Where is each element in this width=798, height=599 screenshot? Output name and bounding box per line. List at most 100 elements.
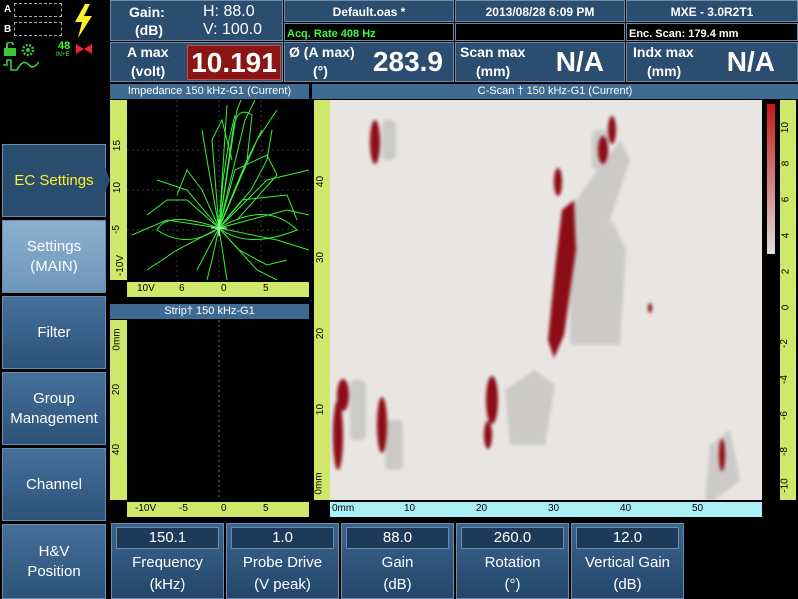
amax-value: 10.191: [191, 47, 277, 78]
cscan-title: C-Scan † 150 kHz-G1 (Current): [312, 84, 798, 99]
gain-unit: (dB): [135, 22, 163, 38]
enc-scan-text: Enc. Scan: 179.4 mm: [629, 28, 739, 40]
filename-text: Default.oas *: [332, 5, 406, 19]
cscan-htick: 50: [692, 503, 704, 514]
imp-htick: 6: [179, 283, 185, 294]
amax-label: A max: [127, 44, 169, 60]
vertical-gain-label: Vertical Gain: [584, 554, 671, 571]
sidebar-item-label: Channel: [26, 475, 82, 493]
enc-scan-bar: Enc. Scan: 179.4 mm: [626, 23, 798, 41]
imp-vtick: -5: [110, 225, 122, 234]
empty-status-bar: [455, 23, 625, 41]
cscan-vtick: 30: [315, 251, 327, 264]
gain-param[interactable]: 88.0 Gain (dB): [341, 523, 454, 599]
imp-vtick: -10V: [115, 254, 127, 277]
amax-value-box: 10.191: [187, 45, 281, 80]
indxmax-box: Indx max (mm) N/A: [626, 42, 798, 82]
v-gain-value: V: 100.0: [203, 21, 263, 38]
cscan-rtick: -10: [779, 478, 791, 493]
sidebar-item-label: Filter: [37, 323, 71, 341]
cscan-vtick: 20: [315, 327, 327, 340]
filename-bar: Default.oas *: [284, 0, 454, 22]
impedance-v-ruler: 15 10 -5 -10V: [110, 100, 127, 280]
sidebar-item-group-management[interactable]: Group Management: [2, 372, 106, 445]
strip-htick: -5: [179, 503, 188, 514]
rotation-unit: (°): [504, 576, 521, 593]
amax-unit: (volt): [131, 63, 166, 79]
channel-a-box: [14, 3, 62, 17]
sidebar-item-channel[interactable]: Channel: [2, 448, 106, 521]
channel-b-box: [14, 22, 62, 36]
scanmax-unit: (mm): [476, 63, 511, 79]
cscan-htick: 20: [476, 503, 488, 514]
sidebar-item-hv-position[interactable]: H&V Position: [2, 524, 106, 599]
impedance-plot[interactable]: [127, 100, 309, 280]
cscan-rtick: 4: [780, 232, 792, 239]
imp-htick: 10V: [137, 283, 155, 294]
strip-title: Strip† 150 kHz-G1: [110, 304, 309, 319]
rotation-param[interactable]: 260.0 Rotation (°): [456, 523, 569, 599]
lock-icon: [4, 42, 16, 56]
cscan-rtick: -6: [778, 411, 790, 420]
sidebar-item-ec-settings[interactable]: EC Settings: [2, 144, 106, 217]
rotation-label: Rotation: [484, 554, 541, 571]
channel-b-label: B: [4, 24, 12, 35]
vertical-gain-unit: (dB): [613, 576, 642, 593]
sidebar-item-label: Group Management: [10, 389, 98, 427]
cscan-rtick: 8: [780, 160, 792, 167]
vertical-gain-param[interactable]: 12.0 Vertical Gain (dB): [571, 523, 684, 599]
datetime-text: 2013/08/28 6:09 PM: [485, 5, 595, 19]
cscan-htick: 40: [620, 503, 632, 514]
cscan-rtick: 10: [780, 121, 792, 134]
gain-box[interactable]: Gain: (dB) H: 88.0 V: 100.0: [110, 0, 283, 41]
sidebar-item-settings-main[interactable]: Settings (MAIN): [2, 220, 106, 293]
strip-vtick: 20: [111, 383, 123, 396]
scanmax-value: N/A: [555, 46, 604, 77]
indxmax-unit: (mm): [647, 63, 682, 79]
cscan-vtick: 0mm: [313, 472, 325, 495]
gear-icon: [21, 43, 35, 57]
cscan-vtick: 10: [315, 403, 327, 416]
strip-v-ruler: 0mm 20 40: [110, 320, 127, 500]
strip-htick: 5: [263, 503, 269, 514]
probe-drive-param[interactable]: 1.0 Probe Drive (V peak): [226, 523, 339, 599]
impedance-h-ruler: 10V 6 0 5: [127, 282, 309, 297]
amax-box: A max (volt) 10.191: [110, 42, 283, 82]
frequency-param[interactable]: 150.1 Frequency (kHz): [111, 523, 224, 599]
rate-unit: IN+E: [56, 52, 70, 58]
cscan-right-ruler: 10 8 6 4 2 0 -2 -4 -6 -8 -10: [778, 100, 796, 500]
cscan-v-ruler: 40 30 20 10 0mm: [314, 100, 330, 500]
strip-htick: -10V: [135, 503, 157, 514]
cscan-plot[interactable]: [330, 100, 762, 500]
gain-param-label: Gain: [381, 554, 414, 571]
indxmax-label: Indx max: [633, 44, 694, 60]
gain-label: Gain:: [129, 4, 165, 20]
frequency-unit: (kHz): [149, 576, 186, 593]
sidebar-item-label: H&V Position: [27, 542, 81, 580]
cscan-rtick: 0: [780, 304, 792, 311]
bowtie-icon: [76, 44, 92, 54]
indxmax-value: N/A: [726, 46, 775, 77]
strip-plot[interactable]: [127, 320, 309, 500]
rate-badge: 48: [58, 40, 71, 52]
cscan-rtick: -4: [778, 375, 790, 384]
strip-vtick: 40: [111, 443, 123, 456]
phase-label: Ø (A max): [289, 44, 355, 60]
phase-value: 283.9: [372, 46, 443, 77]
sidebar-item-filter[interactable]: Filter: [2, 296, 106, 369]
cscan-htick: 0mm: [332, 503, 355, 514]
datetime-bar: 2013/08/28 6:09 PM: [455, 0, 625, 22]
h-gain-value: H: 88.0: [203, 3, 255, 20]
channel-a-label: A: [4, 4, 12, 15]
cscan-rtick: 2: [780, 268, 792, 275]
status-area: A B 48 IN+E: [0, 0, 110, 142]
cscan-vtick: 40: [315, 175, 327, 188]
scanmax-box: Scan max (mm) N/A: [455, 42, 625, 82]
probe-drive-label: Probe Drive: [242, 554, 323, 571]
cscan-htick: 30: [548, 503, 560, 514]
sidebar-item-label: Settings (MAIN): [26, 237, 82, 275]
probe-drive-value: 1.0: [231, 527, 334, 549]
imp-htick: 0: [221, 283, 227, 294]
vertical-gain-value: 12.0: [576, 527, 679, 549]
probe-drive-unit: (V peak): [254, 576, 311, 593]
